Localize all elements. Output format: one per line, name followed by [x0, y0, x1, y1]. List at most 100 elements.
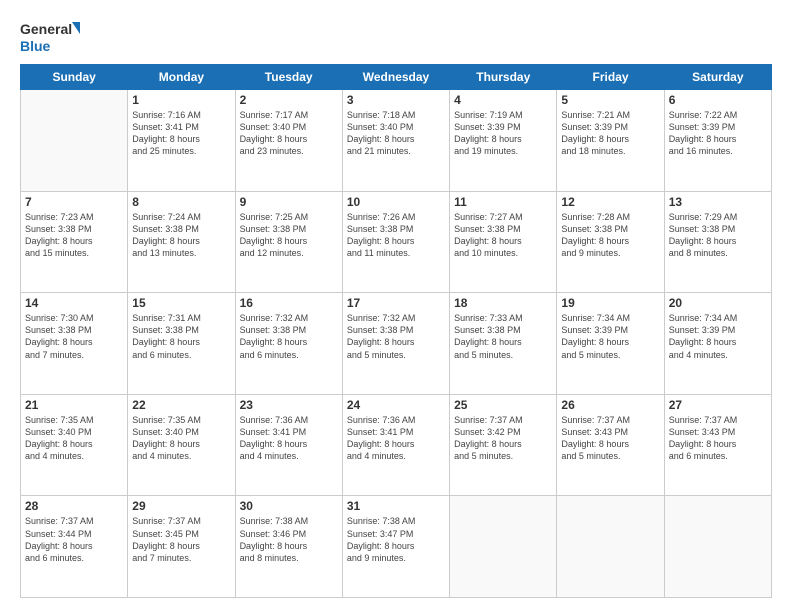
calendar-day-header: Wednesday — [342, 65, 449, 90]
day-number: 21 — [25, 398, 123, 412]
calendar-day-header: Saturday — [664, 65, 771, 90]
calendar-week-row: 1 Sunrise: 7:16 AM Sunset: 3:41 PM Daylig… — [21, 90, 772, 192]
day-info: Sunrise: 7:38 AM Sunset: 3:47 PM Dayligh… — [347, 515, 445, 564]
day-number: 24 — [347, 398, 445, 412]
calendar-cell: 7 Sunrise: 7:23 AM Sunset: 3:38 PM Daylig… — [21, 191, 128, 293]
calendar-day-header: Sunday — [21, 65, 128, 90]
calendar-cell: 9 Sunrise: 7:25 AM Sunset: 3:38 PM Daylig… — [235, 191, 342, 293]
calendar-cell — [557, 496, 664, 598]
day-number: 9 — [240, 195, 338, 209]
day-number: 10 — [347, 195, 445, 209]
day-info: Sunrise: 7:25 AM Sunset: 3:38 PM Dayligh… — [240, 211, 338, 260]
day-info: Sunrise: 7:35 AM Sunset: 3:40 PM Dayligh… — [132, 414, 230, 463]
calendar-cell: 5 Sunrise: 7:21 AM Sunset: 3:39 PM Daylig… — [557, 90, 664, 192]
day-info: Sunrise: 7:35 AM Sunset: 3:40 PM Dayligh… — [25, 414, 123, 463]
calendar-cell: 1 Sunrise: 7:16 AM Sunset: 3:41 PM Daylig… — [128, 90, 235, 192]
day-number: 5 — [561, 93, 659, 107]
calendar-week-row: 21 Sunrise: 7:35 AM Sunset: 3:40 PM Dayli… — [21, 394, 772, 496]
day-info: Sunrise: 7:34 AM Sunset: 3:39 PM Dayligh… — [561, 312, 659, 361]
calendar-table: SundayMondayTuesdayWednesdayThursdayFrid… — [20, 64, 772, 598]
calendar-cell: 21 Sunrise: 7:35 AM Sunset: 3:40 PM Dayli… — [21, 394, 128, 496]
day-number: 22 — [132, 398, 230, 412]
calendar-cell: 19 Sunrise: 7:34 AM Sunset: 3:39 PM Dayli… — [557, 293, 664, 395]
svg-text:General: General — [20, 21, 72, 37]
day-info: Sunrise: 7:19 AM Sunset: 3:39 PM Dayligh… — [454, 109, 552, 158]
day-info: Sunrise: 7:22 AM Sunset: 3:39 PM Dayligh… — [669, 109, 767, 158]
day-info: Sunrise: 7:36 AM Sunset: 3:41 PM Dayligh… — [240, 414, 338, 463]
calendar-cell — [450, 496, 557, 598]
header: General Blue — [20, 18, 772, 56]
day-info: Sunrise: 7:23 AM Sunset: 3:38 PM Dayligh… — [25, 211, 123, 260]
calendar-week-row: 28Sunrise: 7:37 AM Sunset: 3:44 PM Dayli… — [21, 496, 772, 598]
calendar-cell — [664, 496, 771, 598]
day-number: 27 — [669, 398, 767, 412]
calendar-cell: 22 Sunrise: 7:35 AM Sunset: 3:40 PM Dayli… — [128, 394, 235, 496]
calendar-cell: 30Sunrise: 7:38 AM Sunset: 3:46 PM Dayli… — [235, 496, 342, 598]
calendar-cell: 3 Sunrise: 7:18 AM Sunset: 3:40 PM Daylig… — [342, 90, 449, 192]
day-number: 26 — [561, 398, 659, 412]
day-number: 14 — [25, 296, 123, 310]
day-info: Sunrise: 7:18 AM Sunset: 3:40 PM Dayligh… — [347, 109, 445, 158]
logo-svg: General Blue — [20, 18, 80, 56]
calendar-day-header: Monday — [128, 65, 235, 90]
day-info: Sunrise: 7:28 AM Sunset: 3:38 PM Dayligh… — [561, 211, 659, 260]
day-number: 20 — [669, 296, 767, 310]
day-number: 19 — [561, 296, 659, 310]
calendar-cell: 18Sunrise: 7:33 AM Sunset: 3:38 PM Dayli… — [450, 293, 557, 395]
day-number: 11 — [454, 195, 552, 209]
calendar-cell: 29 Sunrise: 7:37 AM Sunset: 3:45 PM Dayli… — [128, 496, 235, 598]
day-number: 18 — [454, 296, 552, 310]
day-number: 23 — [240, 398, 338, 412]
calendar-day-header: Friday — [557, 65, 664, 90]
calendar-cell: 10 Sunrise: 7:26 AM Sunset: 3:38 PM Dayli… — [342, 191, 449, 293]
calendar-cell: 13Sunrise: 7:29 AM Sunset: 3:38 PM Dayli… — [664, 191, 771, 293]
calendar-day-header: Tuesday — [235, 65, 342, 90]
day-info: Sunrise: 7:24 AM Sunset: 3:38 PM Dayligh… — [132, 211, 230, 260]
day-number: 16 — [240, 296, 338, 310]
calendar-cell: 24 Sunrise: 7:36 AM Sunset: 3:41 PM Dayli… — [342, 394, 449, 496]
day-number: 2 — [240, 93, 338, 107]
day-number: 8 — [132, 195, 230, 209]
day-info: Sunrise: 7:26 AM Sunset: 3:38 PM Dayligh… — [347, 211, 445, 260]
calendar-cell: 4 Sunrise: 7:19 AM Sunset: 3:39 PM Daylig… — [450, 90, 557, 192]
day-number: 12 — [561, 195, 659, 209]
day-number: 29 — [132, 499, 230, 513]
day-info: Sunrise: 7:32 AM Sunset: 3:38 PM Dayligh… — [347, 312, 445, 361]
calendar-cell: 23 Sunrise: 7:36 AM Sunset: 3:41 PM Dayli… — [235, 394, 342, 496]
calendar-header-row: SundayMondayTuesdayWednesdayThursdayFrid… — [21, 65, 772, 90]
day-number: 28 — [25, 499, 123, 513]
day-info: Sunrise: 7:29 AM Sunset: 3:38 PM Dayligh… — [669, 211, 767, 260]
calendar-cell: 6Sunrise: 7:22 AM Sunset: 3:39 PM Daylig… — [664, 90, 771, 192]
day-info: Sunrise: 7:37 AM Sunset: 3:45 PM Dayligh… — [132, 515, 230, 564]
logo: General Blue — [20, 18, 80, 56]
calendar-cell: 28Sunrise: 7:37 AM Sunset: 3:44 PM Dayli… — [21, 496, 128, 598]
day-number: 4 — [454, 93, 552, 107]
page: General Blue SundayMondayTuesdayWednesda… — [0, 0, 792, 612]
calendar-cell: 16 Sunrise: 7:32 AM Sunset: 3:38 PM Dayli… — [235, 293, 342, 395]
calendar-cell: 12 Sunrise: 7:28 AM Sunset: 3:38 PM Dayli… — [557, 191, 664, 293]
calendar-cell — [21, 90, 128, 192]
day-number: 30 — [240, 499, 338, 513]
day-info: Sunrise: 7:31 AM Sunset: 3:38 PM Dayligh… — [132, 312, 230, 361]
day-info: Sunrise: 7:21 AM Sunset: 3:39 PM Dayligh… — [561, 109, 659, 158]
day-info: Sunrise: 7:17 AM Sunset: 3:40 PM Dayligh… — [240, 109, 338, 158]
calendar-week-row: 7 Sunrise: 7:23 AM Sunset: 3:38 PM Daylig… — [21, 191, 772, 293]
calendar-cell: 25 Sunrise: 7:37 AM Sunset: 3:42 PM Dayli… — [450, 394, 557, 496]
day-info: Sunrise: 7:37 AM Sunset: 3:43 PM Dayligh… — [561, 414, 659, 463]
day-info: Sunrise: 7:34 AM Sunset: 3:39 PM Dayligh… — [669, 312, 767, 361]
day-number: 3 — [347, 93, 445, 107]
day-number: 1 — [132, 93, 230, 107]
calendar-cell: 20 Sunrise: 7:34 AM Sunset: 3:39 PM Dayli… — [664, 293, 771, 395]
day-number: 25 — [454, 398, 552, 412]
day-number: 7 — [25, 195, 123, 209]
day-info: Sunrise: 7:30 AM Sunset: 3:38 PM Dayligh… — [25, 312, 123, 361]
day-info: Sunrise: 7:16 AM Sunset: 3:41 PM Dayligh… — [132, 109, 230, 158]
day-info: Sunrise: 7:37 AM Sunset: 3:42 PM Dayligh… — [454, 414, 552, 463]
calendar-cell: 11 Sunrise: 7:27 AM Sunset: 3:38 PM Dayli… — [450, 191, 557, 293]
day-info: Sunrise: 7:36 AM Sunset: 3:41 PM Dayligh… — [347, 414, 445, 463]
day-info: Sunrise: 7:37 AM Sunset: 3:43 PM Dayligh… — [669, 414, 767, 463]
day-number: 31 — [347, 499, 445, 513]
day-number: 15 — [132, 296, 230, 310]
day-info: Sunrise: 7:27 AM Sunset: 3:38 PM Dayligh… — [454, 211, 552, 260]
day-info: Sunrise: 7:32 AM Sunset: 3:38 PM Dayligh… — [240, 312, 338, 361]
